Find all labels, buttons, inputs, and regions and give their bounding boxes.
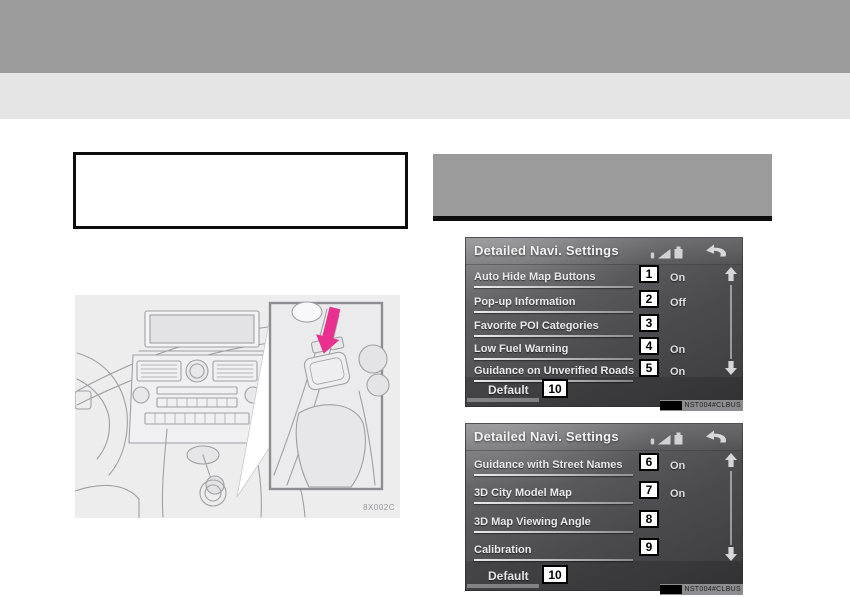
callout-number: 2: [639, 290, 659, 308]
callout-number: 6: [639, 453, 659, 471]
scroll-up-icon[interactable]: [725, 453, 737, 467]
manual-page: 8X002C Detailed Navi. Settings Auto Hide…: [0, 0, 850, 597]
callout-number: 7: [639, 481, 659, 499]
scroll-down-icon[interactable]: [725, 547, 737, 561]
callout-number: 10: [542, 379, 568, 398]
row-value: On: [670, 344, 686, 356]
dashboard-line-art: [74, 295, 400, 519]
navi-settings-screen-1: Detailed Navi. Settings Auto Hide Map Bu…: [465, 237, 743, 411]
row-label: Pop-up Information: [474, 296, 576, 308]
scroll-up-icon[interactable]: [725, 267, 737, 281]
default-underline: [467, 584, 539, 588]
settings-row-pop-up-information[interactable]: Pop-up Information Off 2: [474, 290, 736, 316]
row-label: 3D City Model Map: [474, 487, 572, 499]
settings-row-low-fuel-warning[interactable]: Low Fuel Warning On 4: [474, 337, 736, 363]
watermark-text: NST004#CLBUS: [684, 402, 741, 409]
battery-icon: [674, 432, 683, 445]
row-underline: [474, 358, 633, 360]
page-top-banner: [0, 0, 850, 73]
default-label: Default: [488, 569, 529, 583]
page-sub-banner: [0, 73, 850, 119]
row-label: 3D Map Viewing Angle: [474, 516, 591, 528]
center-knob: [185, 359, 209, 383]
callout-number: 1: [639, 265, 659, 283]
console-illustration: 8X002C: [74, 295, 400, 519]
callout-number: 4: [639, 337, 659, 355]
settings-row-auto-hide-map-buttons[interactable]: Auto Hide Map Buttons On 1: [474, 265, 736, 291]
console-inset: [268, 301, 390, 491]
scrollbar-track: [730, 285, 732, 359]
default-underline: [467, 398, 539, 402]
row-underline: [474, 502, 633, 504]
row-label: Guidance with Street Names: [474, 459, 623, 471]
screen-title: Detailed Navi. Settings: [474, 429, 619, 444]
cup-holder: [358, 344, 388, 374]
settings-row-3d-map-viewing-angle[interactable]: 3D Map Viewing Angle 8: [474, 510, 736, 536]
callout-number: 9: [639, 538, 659, 556]
row-underline: [474, 335, 633, 337]
navi-settings-screen-2: Detailed Navi. Settings Guidance with St…: [465, 423, 743, 595]
note-box: [73, 152, 408, 229]
scroll-down-icon[interactable]: [725, 361, 737, 375]
row-label: Low Fuel Warning: [474, 343, 569, 355]
battery-icon: [674, 246, 683, 259]
row-label: Guidance on Unverified Roads: [474, 365, 635, 377]
figure-code: 8X002C: [363, 503, 395, 512]
row-value: Off: [670, 297, 686, 309]
phone-icon: [650, 438, 655, 445]
armrest: [295, 404, 366, 488]
row-underline: [474, 286, 633, 288]
settings-row-calibration[interactable]: Calibration 9: [474, 538, 736, 564]
watermark-chip: [660, 401, 683, 410]
scrollbar[interactable]: [721, 423, 741, 591]
settings-row-3d-city-model-map[interactable]: 3D City Model Map On 7: [474, 481, 736, 507]
row-underline: [474, 474, 633, 476]
row-underline: [474, 531, 633, 533]
default-label: Default: [488, 383, 529, 397]
row-label: Auto Hide Map Buttons: [474, 271, 596, 283]
row-value: On: [670, 488, 686, 500]
section-header-block: [433, 154, 772, 216]
watermark: NST004#CLBUS: [660, 584, 743, 595]
row-underline: [474, 559, 633, 561]
scrollbar-track: [730, 471, 732, 545]
row-label: Calibration: [474, 544, 532, 556]
watermark-text: NST004#CLBUS: [684, 586, 741, 593]
section-header-rule: [433, 216, 772, 221]
row-value: On: [670, 366, 686, 378]
callout-number: 10: [542, 565, 568, 584]
callout-number: 5: [639, 359, 659, 377]
screen-title: Detailed Navi. Settings: [474, 243, 619, 258]
status-icons: [650, 246, 683, 259]
signal-strength-icon: [658, 435, 671, 445]
settings-row-guidance-street-names[interactable]: Guidance with Street Names On 6: [474, 453, 736, 479]
signal-strength-icon: [658, 249, 671, 259]
row-underline: [474, 311, 633, 313]
watermark: NST004#CLBUS: [660, 400, 743, 411]
phone-icon: [650, 252, 655, 259]
watermark-chip: [660, 585, 683, 594]
row-label: Favorite POI Categories: [474, 320, 599, 332]
row-value: On: [670, 460, 686, 472]
row-value: On: [670, 272, 686, 284]
settings-row-favorite-poi-categories[interactable]: Favorite POI Categories 3: [474, 314, 736, 340]
status-icons: [650, 432, 683, 445]
callout-number: 3: [639, 314, 659, 332]
callout-number: 8: [639, 510, 659, 528]
